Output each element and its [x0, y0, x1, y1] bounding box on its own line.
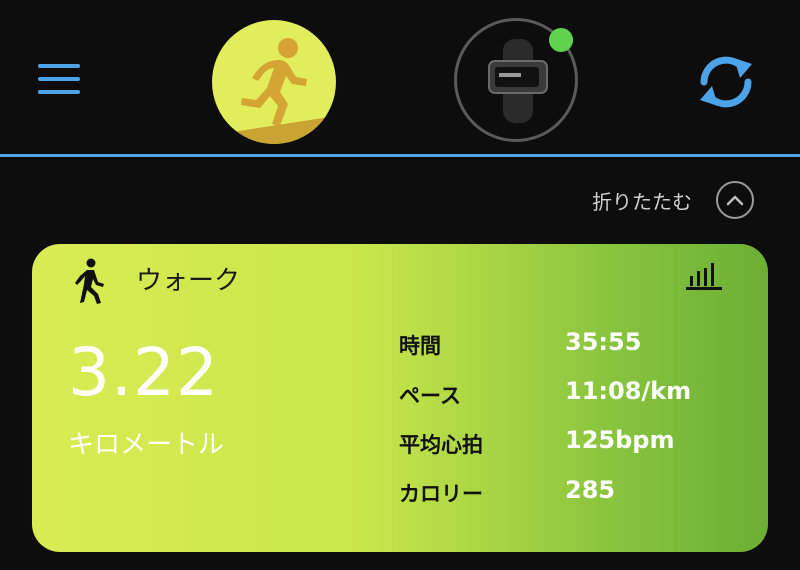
distance-unit: キロメートル	[68, 430, 225, 460]
stat-label-calories: カロリー	[399, 482, 483, 506]
stat-value-heart-rate: 125bpm	[565, 426, 675, 454]
stat-label-pace: ペース	[399, 384, 461, 408]
collapse-label: 折りたたむ	[592, 189, 692, 214]
stat-value-calories: 285	[565, 476, 616, 504]
stat-value-pace: 11:08/km	[565, 377, 692, 405]
walking-person-icon	[72, 258, 108, 308]
stat-label-time: 時間	[399, 334, 441, 358]
hamburger-menu-icon[interactable]	[38, 64, 84, 94]
distance-value: 3.22	[68, 334, 219, 411]
bar-chart-icon[interactable]	[686, 260, 722, 294]
collapse-button[interactable]: 折りたたむ	[592, 180, 754, 220]
header-divider	[0, 154, 800, 157]
stat-value-time: 35:55	[565, 328, 642, 356]
chevron-up-icon[interactable]	[716, 181, 754, 219]
card-title: ウォーク	[136, 266, 241, 296]
stat-label-heart-rate: 平均心拍	[399, 433, 483, 457]
app-header	[0, 0, 800, 156]
activity-card[interactable]: ウォーク 3.22 キロメートル 時間 35:55 ペース 11:08/km 平…	[32, 244, 768, 552]
running-person-icon[interactable]	[212, 20, 336, 144]
sync-icon[interactable]	[694, 54, 758, 110]
device-status-dot	[549, 28, 573, 52]
